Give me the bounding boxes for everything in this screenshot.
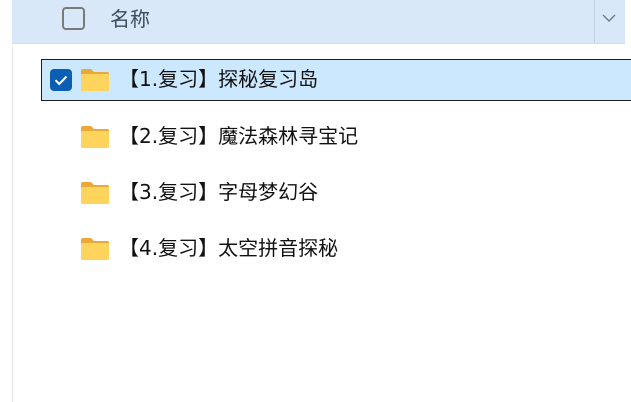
pane-border [12,46,13,402]
name-column-label[interactable]: 名称 [110,5,150,33]
folder-name[interactable]: 【3.复习】字母梦幻谷 [119,178,318,206]
checkmark-icon [54,75,68,86]
folder-name[interactable]: 【1.复习】探秘复习岛 [119,65,318,93]
folder-name[interactable]: 【2.复习】魔法森林寻宝记 [119,122,358,150]
folder-icon [81,238,109,260]
folder-row[interactable]: 【2.复习】魔法森林寻宝记 [41,116,631,158]
select-all-checkbox[interactable] [62,7,85,30]
folder-row[interactable]: 【4.复习】太空拼音探秘 [41,228,631,270]
column-divider[interactable] [594,0,595,43]
folder-row[interactable]: 【1.复习】探秘复习岛 [41,59,631,101]
file-list-view: 名称 【1.复习】探秘复习岛 【2.复习】魔法森林寻宝记 【3.复习】字母梦幻谷… [0,0,631,402]
chevron-down-icon[interactable] [597,6,621,30]
folder-row[interactable]: 【3.复习】字母梦幻谷 [41,172,631,214]
folder-name[interactable]: 【4.复习】太空拼音探秘 [119,234,338,262]
folder-icon [81,69,109,91]
row-checkbox[interactable] [50,69,72,91]
folder-icon [81,126,109,148]
column-header[interactable]: 名称 [12,0,625,44]
folder-icon [81,182,109,204]
